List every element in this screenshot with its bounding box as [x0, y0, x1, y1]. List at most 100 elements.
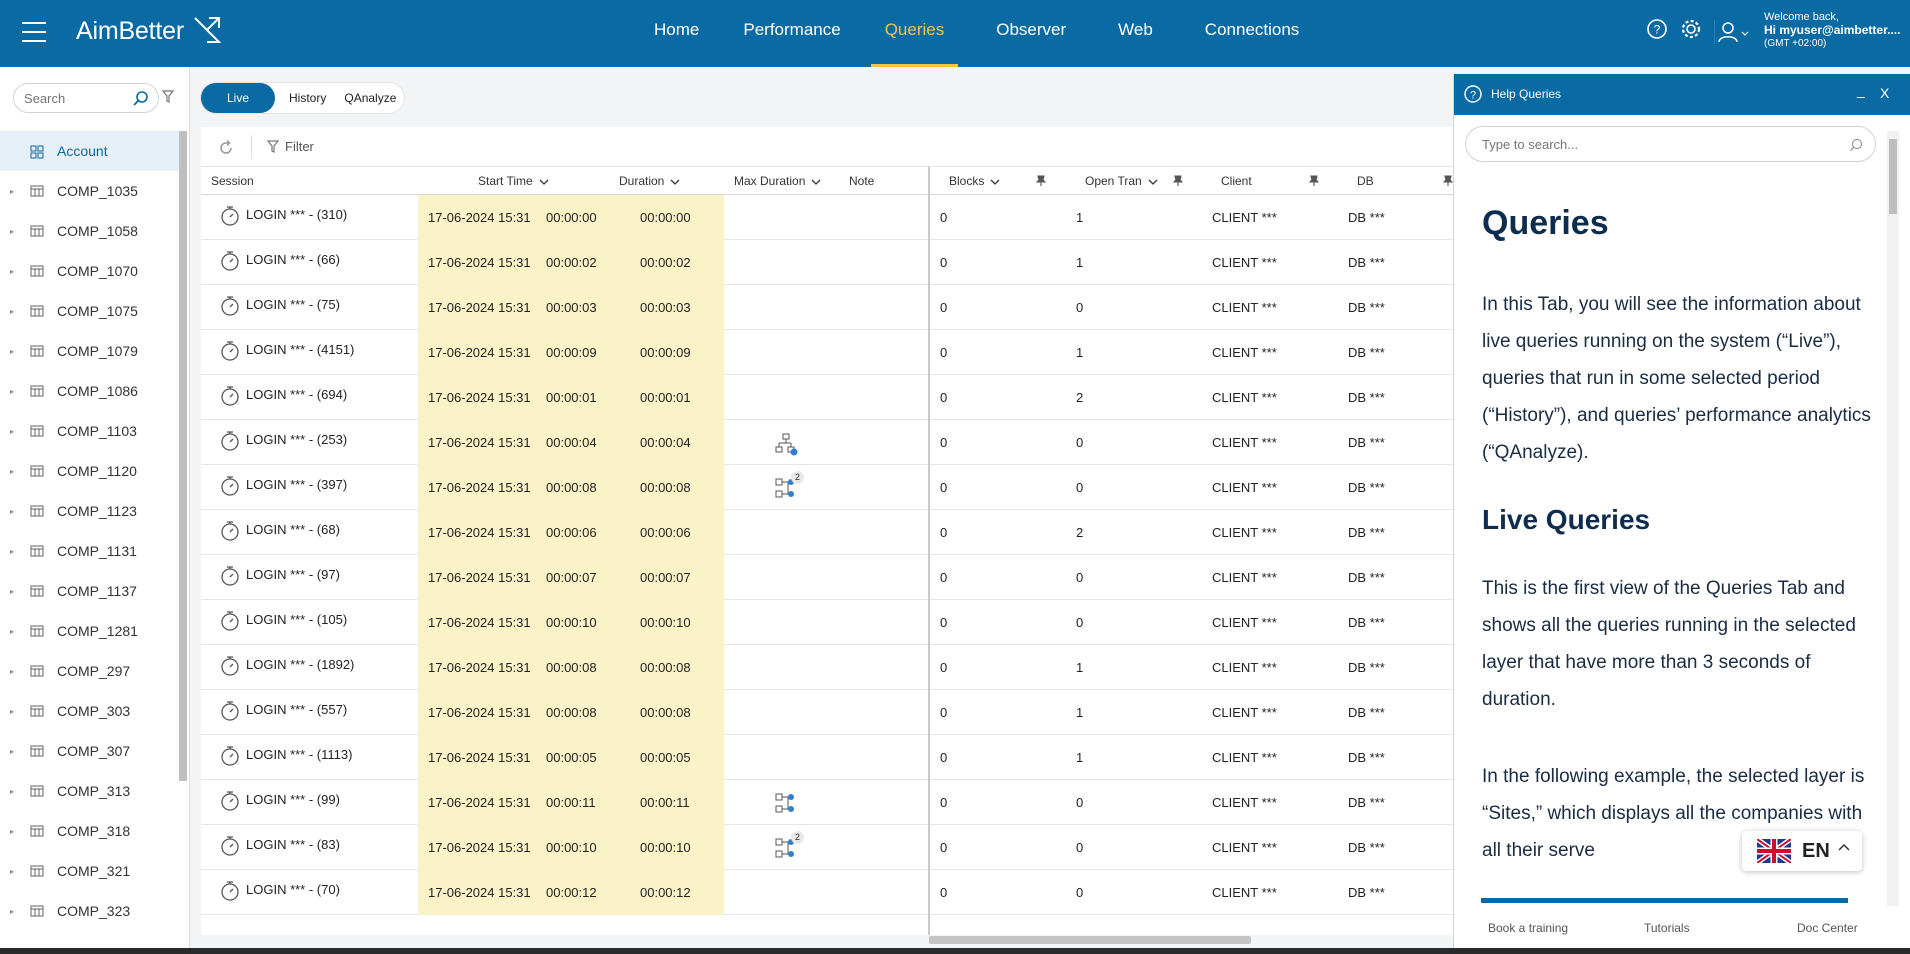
- cell-session[interactable]: LOGIN *** - (75): [201, 285, 418, 330]
- tab-qanalyze[interactable]: QAnalyze: [340, 83, 404, 113]
- col-header-duration[interactable]: Duration: [609, 167, 680, 195]
- language-selector[interactable]: EN: [1742, 831, 1862, 871]
- nav-performance[interactable]: Performance: [729, 0, 854, 67]
- expand-arrow-icon[interactable]: ▸: [10, 627, 14, 636]
- table-row[interactable]: LOGIN *** - (70) 17-06-2024 15:31 00:00:12…: [201, 870, 1453, 915]
- sidebar-item-company[interactable]: ▸ COMP_1070: [0, 251, 180, 291]
- table-row[interactable]: LOGIN *** - (253) 17-06-2024 15:31 00:00:0…: [201, 420, 1453, 465]
- cell-session[interactable]: LOGIN *** - (66): [201, 240, 418, 285]
- cell-session[interactable]: LOGIN *** - (105): [201, 600, 418, 645]
- pin-icon[interactable]: [1309, 175, 1319, 187]
- help-scrollbar[interactable]: [1887, 131, 1899, 906]
- sidebar-item-company[interactable]: ▸ COMP_1035: [0, 171, 180, 211]
- search-icon[interactable]: [132, 90, 150, 108]
- expand-arrow-icon[interactable]: ▸: [10, 427, 14, 436]
- expand-arrow-icon[interactable]: ▸: [10, 467, 14, 476]
- sidebar-item-company[interactable]: ▸ COMP_303: [0, 691, 180, 731]
- col-header-open-tran[interactable]: Open Tran: [1075, 167, 1158, 195]
- col-header-note[interactable]: Note: [839, 167, 874, 195]
- cell-session[interactable]: LOGIN *** - (557): [201, 690, 418, 735]
- tutorials-link[interactable]: Tutorials: [1644, 921, 1690, 935]
- sidebar-item-company[interactable]: ▸ COMP_1058: [0, 211, 180, 251]
- table-row[interactable]: LOGIN *** - (310) 17-06-2024 15:31 00:00:0…: [201, 195, 1453, 240]
- sidebar-item-account[interactable]: Account: [0, 131, 180, 171]
- pin-icon[interactable]: [1443, 175, 1453, 187]
- sidebar-item-company[interactable]: ▸ COMP_313: [0, 771, 180, 811]
- expand-arrow-icon[interactable]: ▸: [10, 667, 14, 676]
- cell-session[interactable]: LOGIN *** - (68): [201, 510, 418, 555]
- col-header-max-duration[interactable]: Max Duration: [724, 167, 821, 195]
- cell-session[interactable]: LOGIN *** - (70): [201, 870, 418, 915]
- cell-session[interactable]: LOGIN *** - (1892): [201, 645, 418, 690]
- sidebar-item-company[interactable]: ▸ COMP_1079: [0, 331, 180, 371]
- table-row[interactable]: LOGIN *** - (75) 17-06-2024 15:31 00:00:03…: [201, 285, 1453, 330]
- sidebar-item-company[interactable]: ▸ COMP_1281: [0, 611, 180, 651]
- cell-session[interactable]: LOGIN *** - (397): [201, 465, 418, 510]
- tab-live[interactable]: Live: [201, 83, 276, 113]
- expand-arrow-icon[interactable]: ▸: [10, 867, 14, 876]
- tree-plan-icon[interactable]: [774, 432, 798, 456]
- sidebar-item-company[interactable]: ▸ COMP_297: [0, 651, 180, 691]
- sidebar-search[interactable]: [13, 83, 159, 113]
- execution-plan-icon[interactable]: [774, 790, 800, 816]
- col-header-client[interactable]: Client: [1211, 167, 1252, 195]
- user-icon[interactable]: [1714, 20, 1754, 44]
- table-row[interactable]: LOGIN *** - (83) 17-06-2024 15:31 00:00:10…: [201, 825, 1453, 870]
- expand-arrow-icon[interactable]: ▸: [10, 787, 14, 796]
- sidebar-search-input[interactable]: [24, 91, 124, 106]
- col-header-start-time[interactable]: Start Time: [468, 167, 549, 195]
- filter-icon[interactable]: [162, 90, 174, 104]
- sidebar-scrollbar[interactable]: [179, 131, 187, 781]
- sidebar-item-company[interactable]: ▸ COMP_1123: [0, 491, 180, 531]
- close-button[interactable]: X: [1880, 85, 1889, 101]
- col-header-blocks[interactable]: Blocks: [939, 167, 1000, 195]
- table-row[interactable]: LOGIN *** - (557) 17-06-2024 15:31 00:00:0…: [201, 690, 1453, 735]
- cell-session[interactable]: LOGIN *** - (83): [201, 825, 418, 870]
- table-row[interactable]: LOGIN *** - (694) 17-06-2024 15:31 00:00:0…: [201, 375, 1453, 420]
- sidebar-item-company[interactable]: ▸ COMP_323: [0, 891, 180, 931]
- sidebar-item-company[interactable]: ▸ COMP_1120: [0, 451, 180, 491]
- sidebar-item-company[interactable]: ▸ COMP_1075: [0, 291, 180, 331]
- help-scroll-thumb[interactable]: [1889, 139, 1897, 214]
- pin-icon[interactable]: [1036, 175, 1046, 187]
- sidebar-item-company[interactable]: ▸ COMP_321: [0, 851, 180, 891]
- expand-arrow-icon[interactable]: ▸: [10, 267, 14, 276]
- table-row[interactable]: LOGIN *** - (397) 17-06-2024 15:31 00:00:0…: [201, 465, 1453, 510]
- table-row[interactable]: LOGIN *** - (68) 17-06-2024 15:31 00:00:06…: [201, 510, 1453, 555]
- nav-home[interactable]: Home: [640, 0, 713, 67]
- expand-arrow-icon[interactable]: ▸: [10, 707, 14, 716]
- expand-arrow-icon[interactable]: ▸: [10, 547, 14, 556]
- table-row[interactable]: LOGIN *** - (4151) 17-06-2024 15:31 00:00:…: [201, 330, 1453, 375]
- table-row[interactable]: LOGIN *** - (1113) 17-06-2024 15:31 00:00:…: [201, 735, 1453, 780]
- cell-session[interactable]: LOGIN *** - (4151): [201, 330, 418, 375]
- col-header-db[interactable]: DB: [1347, 167, 1374, 195]
- expand-arrow-icon[interactable]: ▸: [10, 507, 14, 516]
- cell-session[interactable]: LOGIN *** - (1113): [201, 735, 418, 780]
- help-search-input[interactable]: [1482, 137, 1822, 152]
- app-logo[interactable]: AimBetter: [76, 17, 184, 46]
- doc-center-link[interactable]: Doc Center: [1797, 921, 1858, 935]
- expand-arrow-icon[interactable]: ▸: [10, 587, 14, 596]
- cell-session[interactable]: LOGIN *** - (253): [201, 420, 418, 465]
- grid-horizontal-scrollbar[interactable]: [929, 936, 1251, 944]
- expand-arrow-icon[interactable]: ▸: [10, 187, 14, 196]
- help-search[interactable]: [1465, 126, 1876, 162]
- nav-web[interactable]: Web: [1104, 0, 1167, 67]
- expand-arrow-icon[interactable]: ▸: [10, 307, 14, 316]
- tab-history[interactable]: History: [275, 83, 340, 113]
- expand-arrow-icon[interactable]: ▸: [10, 827, 14, 836]
- expand-arrow-icon[interactable]: ▸: [10, 227, 14, 236]
- expand-arrow-icon[interactable]: ▸: [10, 387, 14, 396]
- minimize-button[interactable]: _: [1857, 82, 1865, 98]
- cell-session[interactable]: LOGIN *** - (97): [201, 555, 418, 600]
- sidebar-item-company[interactable]: ▸ COMP_1086: [0, 371, 180, 411]
- grid-filter-button[interactable]: Filter: [267, 139, 314, 154]
- table-row[interactable]: LOGIN *** - (1892) 17-06-2024 15:31 00:00:…: [201, 645, 1453, 690]
- user-greeting[interactable]: Welcome back, Hi myuser@aimbetter.... (G…: [1764, 11, 1900, 50]
- sidebar-item-company[interactable]: ▸ COMP_318: [0, 811, 180, 851]
- table-row[interactable]: LOGIN *** - (66) 17-06-2024 15:31 00:00:02…: [201, 240, 1453, 285]
- expand-arrow-icon[interactable]: ▸: [10, 907, 14, 916]
- gear-icon[interactable]: [1680, 18, 1702, 40]
- nav-queries[interactable]: Queries: [870, 0, 959, 67]
- nav-observer[interactable]: Observer: [982, 0, 1080, 67]
